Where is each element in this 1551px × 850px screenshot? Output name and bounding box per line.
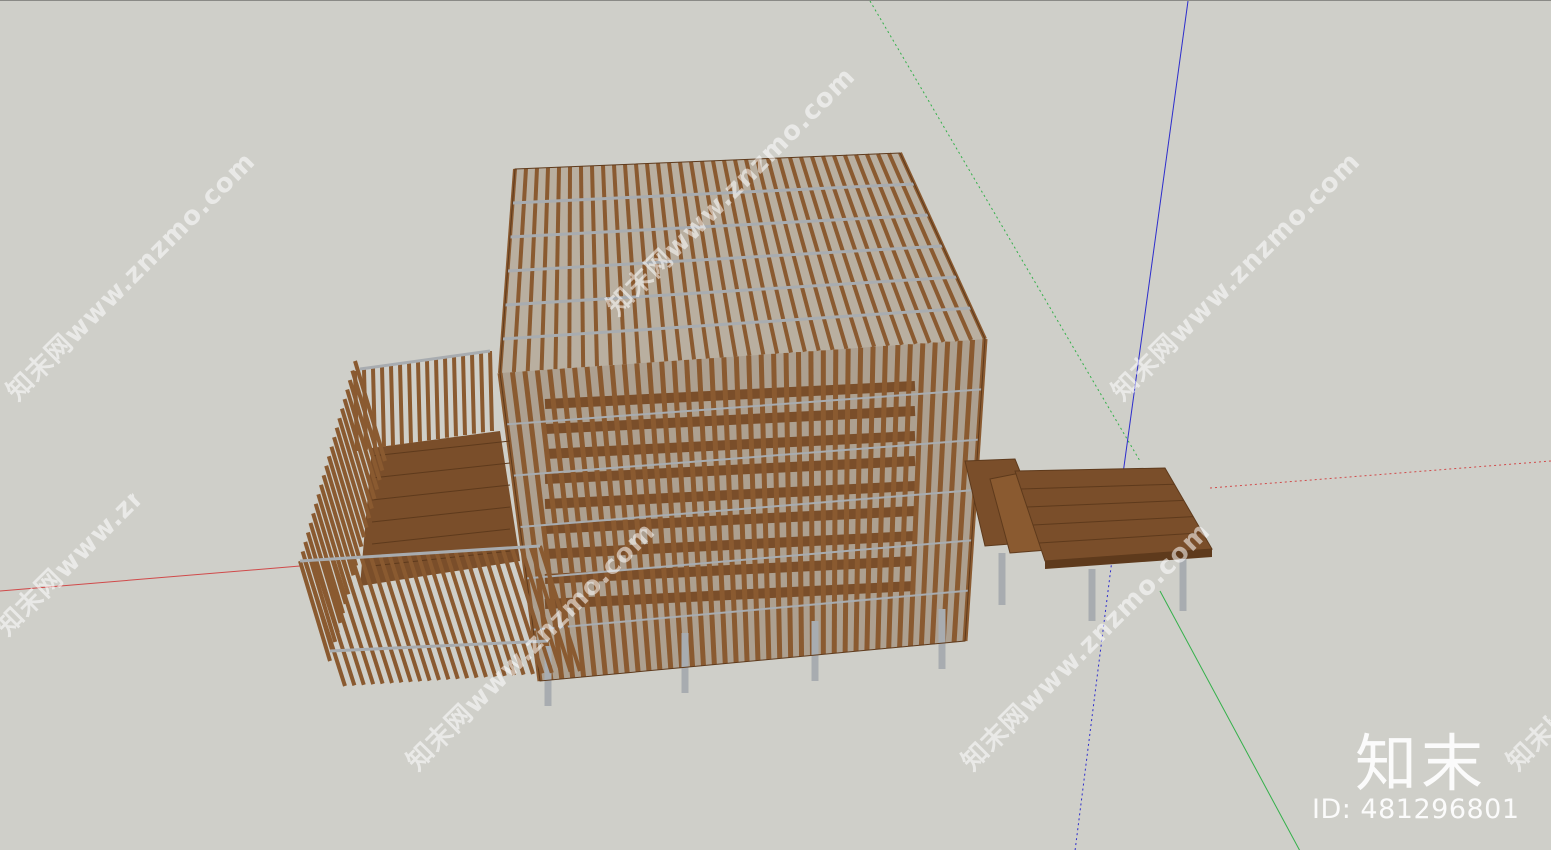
terrace-back-baluster <box>380 366 386 448</box>
3d-viewport[interactable]: 知末网www.znzmo.com 知末网www.znzmo.com 知末网www… <box>0 0 1551 850</box>
model-id-label: ID: 481296801 <box>1312 794 1520 825</box>
red-axis-line <box>0 565 301 592</box>
terrace-back-baluster <box>416 361 422 442</box>
terrace-back-baluster <box>389 365 395 446</box>
terrace-back-baluster <box>407 362 413 444</box>
blue-axis-line <box>1121 1 1189 482</box>
terrace-back-baluster <box>479 352 485 433</box>
watermark-logo: 知末 <box>1355 727 1488 800</box>
red-axis-line-dotted <box>1209 460 1551 489</box>
terrace-back-baluster <box>434 358 440 440</box>
terrace-back-baluster <box>461 354 467 436</box>
terrace-back-baluster <box>452 356 458 437</box>
terrace-back-baluster <box>488 350 494 432</box>
right-platform-top <box>1014 467 1213 562</box>
terrace-back-baluster <box>470 353 476 434</box>
green-axis-line <box>1159 590 1301 850</box>
terrace-back-baluster <box>443 357 449 438</box>
terrace-back-baluster <box>398 364 404 445</box>
terrace-back-baluster <box>425 360 431 441</box>
sketchup-model-scene[interactable] <box>0 1 1551 850</box>
